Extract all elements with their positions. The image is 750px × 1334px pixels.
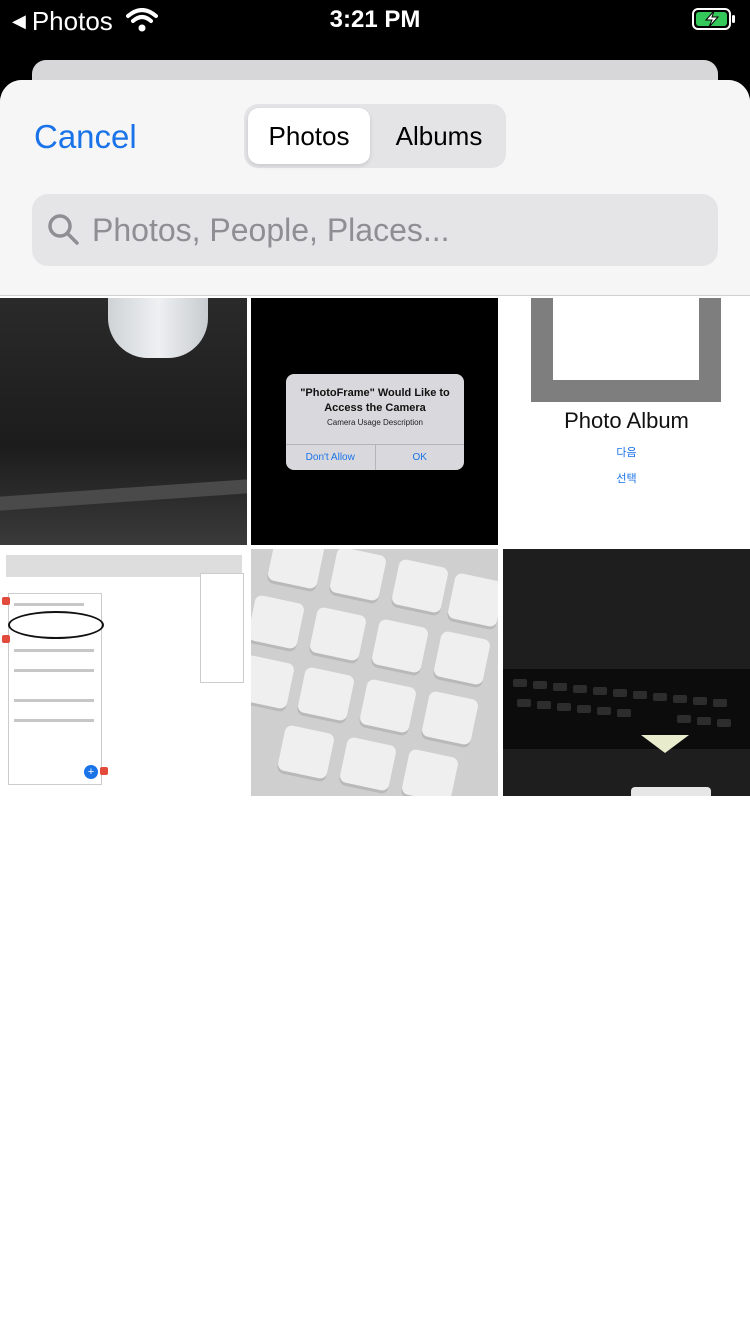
- keyboard-key: [613, 689, 627, 697]
- cancel-button[interactable]: Cancel: [34, 118, 137, 156]
- keyboard-key: [713, 699, 727, 707]
- keyboard-key: [338, 736, 398, 792]
- keyboard-key: [597, 707, 611, 715]
- alert-title: "PhotoFrame" Would Like to Access the Ca…: [300, 387, 450, 414]
- picker-header: Cancel Photos Albums: [0, 80, 750, 296]
- doc-text-line: [14, 669, 94, 672]
- keyboard-key: [432, 630, 492, 686]
- keyboard-key: [693, 697, 707, 705]
- keyboard-key: [553, 683, 567, 691]
- doc-marker: [2, 597, 10, 605]
- keyboard-key: [673, 695, 687, 703]
- keyboard-key: [537, 701, 551, 709]
- doc-circled-annotation: [8, 611, 104, 639]
- album-title: Photo Album: [564, 408, 689, 433]
- keyboard-key: [400, 748, 460, 796]
- keyboard-key: [633, 691, 647, 699]
- keyboard-key: [573, 685, 587, 693]
- keyboard-key: [677, 715, 691, 723]
- photo-picker-sheet: Cancel Photos Albums "PhotoFrame" Would …: [0, 80, 750, 1334]
- segment-albums[interactable]: Albums: [376, 108, 502, 164]
- keyboard-key: [513, 679, 527, 687]
- keyboard-key: [617, 709, 631, 717]
- album-select-label: 선택: [616, 473, 637, 485]
- photo-object: [0, 479, 247, 511]
- keyboard-key: [358, 678, 418, 734]
- paper-object: [631, 787, 711, 796]
- photo-thumbnail[interactable]: [251, 549, 498, 796]
- doc-text-line: [14, 699, 94, 702]
- keyboard-key: [420, 690, 480, 746]
- photo-object: [108, 298, 208, 358]
- keyboard-key: [517, 699, 531, 707]
- status-bar: ◀ Photos 3:21 PM: [0, 0, 750, 40]
- keyboard-key: [653, 693, 667, 701]
- search-input[interactable]: [92, 194, 692, 266]
- keyboard-key: [266, 549, 326, 590]
- keyboard-key: [593, 687, 607, 695]
- keyboard-key: [446, 572, 498, 628]
- keyboard-key: [557, 703, 571, 711]
- photo-thumbnail[interactable]: [503, 549, 750, 796]
- keyboard-key: [308, 606, 368, 662]
- plus-icon: +: [84, 765, 98, 779]
- light-reflection: [641, 735, 689, 753]
- alert-buttons: Don't Allow OK: [286, 444, 464, 470]
- alert-message: Camera Usage Description: [326, 418, 424, 427]
- doc-side-table: [200, 573, 244, 683]
- album-next-label: 다음: [616, 447, 637, 459]
- doc-text-line: [14, 649, 94, 652]
- keyboard-key: [717, 719, 731, 727]
- photo-thumbnail[interactable]: "PhotoFrame" Would Like to Access the Ca…: [251, 298, 498, 545]
- keyboard-key: [370, 618, 430, 674]
- alert-screenshot: "PhotoFrame" Would Like to Access the Ca…: [286, 374, 464, 470]
- keyboard-key: [296, 666, 356, 722]
- alert-deny-label: Don't Allow: [305, 452, 355, 463]
- keyboard-key: [390, 558, 450, 614]
- keyboard-key: [251, 594, 306, 650]
- keyboard-key: [251, 654, 296, 710]
- keyboard-key: [328, 549, 388, 602]
- keyboard-key: [276, 724, 336, 780]
- battery-charging-icon: [692, 8, 735, 30]
- doc-text-line: [14, 603, 84, 606]
- doc-marker: [100, 767, 108, 775]
- status-time: 3:21 PM: [329, 6, 421, 33]
- search-field[interactable]: [32, 194, 718, 266]
- photo-thumbnail[interactable]: [0, 298, 247, 545]
- segment-photos[interactable]: Photos: [248, 108, 370, 164]
- doc-text-line: [14, 719, 94, 722]
- doc-marker: [2, 635, 10, 643]
- keyboard-key: [577, 705, 591, 713]
- frame-graphic: [531, 298, 721, 402]
- search-icon: [48, 214, 79, 245]
- keyboard-key: [697, 717, 711, 725]
- photo-thumbnail[interactable]: +: [0, 549, 247, 796]
- alert-ok-label: OK: [374, 445, 465, 470]
- source-segmented-control: Photos Albums: [244, 104, 506, 168]
- photo-thumbnail[interactable]: Photo Album 다음 선택: [503, 298, 750, 545]
- keyboard-key: [533, 681, 547, 689]
